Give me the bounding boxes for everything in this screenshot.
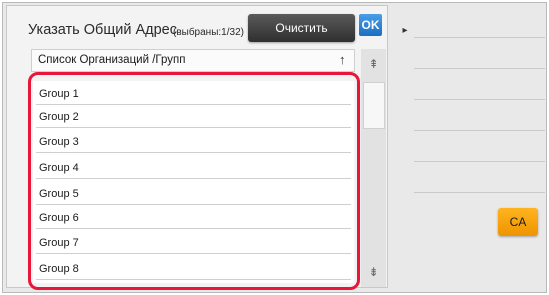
scroll-top-icon: ⇞: [368, 57, 379, 71]
ca-button[interactable]: CA: [498, 208, 538, 236]
scroll-to-bottom-button[interactable]: ⇟: [361, 258, 386, 286]
scrollbar-thumb[interactable]: [363, 82, 385, 129]
dialog-title: Указать Общий Адрес: [28, 22, 177, 38]
column-header-label: Список Организаций /Групп: [38, 54, 186, 66]
scroll-bottom-icon: ⇟: [368, 265, 379, 279]
ok-button[interactable]: OK: [359, 14, 382, 36]
collapse-panel-button[interactable]: ▸: [396, 12, 414, 48]
right-panel-row: [414, 39, 545, 69]
right-panel-row: [414, 163, 545, 193]
sort-ascending-icon[interactable]: ↑: [339, 52, 346, 67]
right-panel-row: [414, 70, 545, 100]
clear-button[interactable]: Очистить: [248, 14, 355, 42]
column-header[interactable]: Список Организаций /Групп ↑: [31, 49, 355, 72]
right-panel-row: [414, 8, 545, 38]
list-highlight-outline: [28, 72, 360, 290]
right-panel-row: [414, 101, 545, 131]
scroll-to-top-button[interactable]: ⇞: [361, 49, 386, 79]
right-panel: [414, 8, 545, 193]
right-panel-row: [414, 132, 545, 162]
collapse-arrow-icon: ▸: [402, 24, 408, 36]
selected-count: (выбраны:1/32): [173, 27, 244, 38]
